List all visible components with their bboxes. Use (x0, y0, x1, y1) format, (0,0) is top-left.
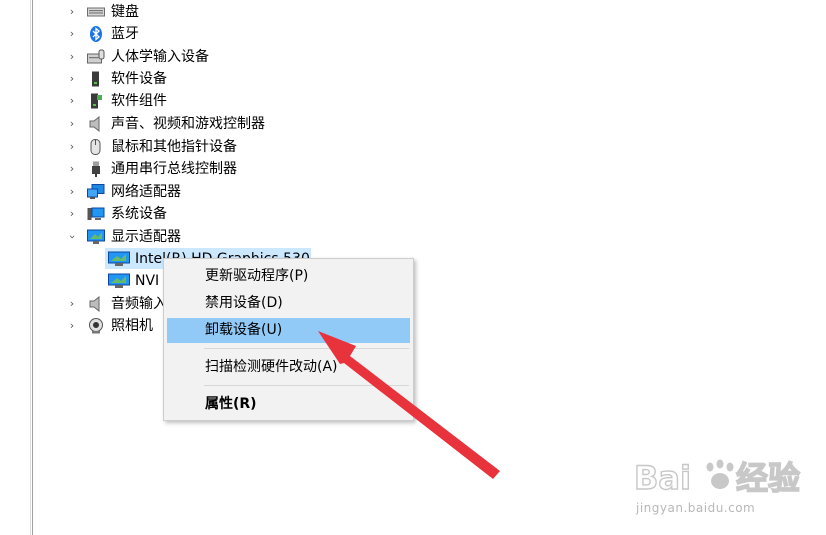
baidu-logo-icon: Bai 经验 (633, 458, 800, 497)
baidu-jingyan-watermark: Bai 经验 jingyan.baidu.com (632, 455, 822, 525)
svg-text:经验: 经验 (736, 459, 800, 497)
svg-text:Bai: Bai (634, 459, 691, 497)
watermark-url: jingyan.baidu.com (636, 501, 756, 515)
